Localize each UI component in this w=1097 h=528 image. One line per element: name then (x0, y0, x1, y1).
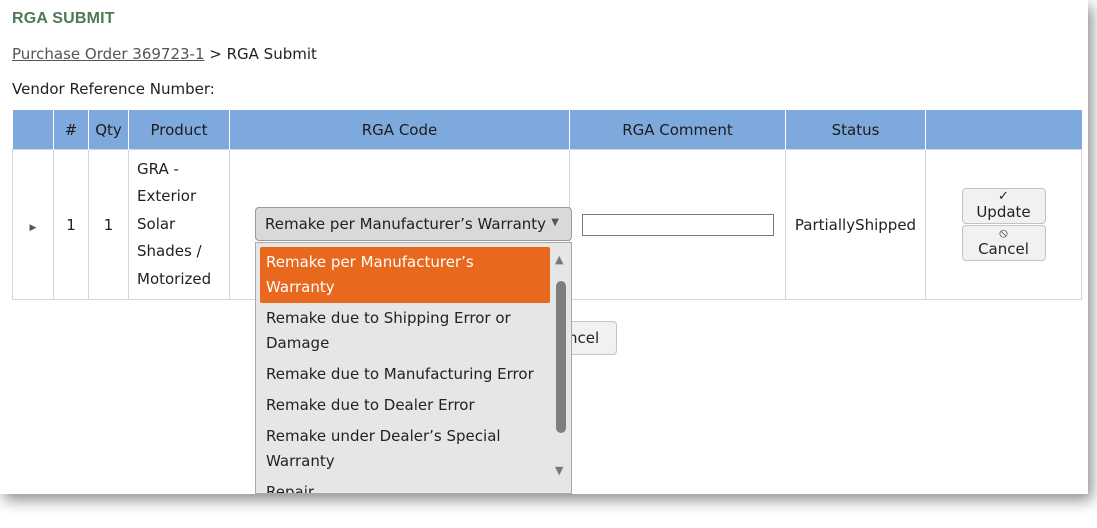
row-status: PartiallyShipped (785, 149, 926, 300)
product-line: Shades / (137, 242, 202, 261)
scroll-down-arrow-icon[interactable]: ▼ (555, 464, 563, 477)
row-rga-comment-cell (569, 149, 786, 300)
table-header-row: # Qty Product RGA Code RGA Comment Statu… (12, 110, 1082, 150)
breadcrumb-current: RGA Submit (226, 45, 317, 63)
scroll-up-arrow-icon[interactable]: ▲ (555, 253, 563, 266)
rga-submit-window: RGA SUBMIT Purchase Order 369723-1 > RGA… (0, 0, 1088, 494)
cancel-row-button-label: Cancel (978, 240, 1029, 258)
rga-code-select-value: Remake per Manufacturer’s Warranty (265, 215, 547, 233)
vendor-reference-label: Vendor Reference Number: (12, 80, 215, 98)
chevron-down-icon: ▼ (551, 217, 559, 228)
row-expander-cell[interactable]: ▶ (12, 149, 54, 300)
header-status: Status (785, 110, 926, 150)
header-rga-comment: RGA Comment (569, 110, 786, 150)
header-expander (12, 110, 54, 150)
header-qty: Qty (88, 110, 129, 150)
dropdown-option[interactable]: Remake per Manufacturer’s Warranty (260, 247, 550, 303)
page-title: RGA SUBMIT (12, 10, 115, 27)
row-number: 1 (53, 149, 89, 300)
dropdown-scrollbar[interactable]: ▲ ▼ (554, 247, 568, 491)
cancel-circle-icon: ⦸ (999, 226, 1008, 241)
expand-caret-icon[interactable]: ▶ (30, 223, 37, 233)
header-rga-code: RGA Code (229, 110, 570, 150)
rga-code-select[interactable]: Remake per Manufacturer’s Warranty ▼ (255, 207, 572, 241)
product-line: Exterior (137, 187, 197, 206)
form-cancel-button-label: ncel (568, 329, 600, 347)
header-product: Product (128, 110, 230, 150)
update-button-label: Update (976, 203, 1031, 221)
rga-comment-input[interactable] (581, 213, 774, 236)
row-qty: 1 (88, 149, 129, 300)
row-product: GRA - Exterior Solar Shades / Motorized (128, 149, 230, 300)
product-line: Motorized (137, 269, 212, 288)
checkmark-icon: ✓ (998, 189, 1009, 204)
rga-code-dropdown-list: Remake per Manufacturer’s Warranty Remak… (255, 242, 572, 494)
dropdown-option[interactable]: Repair (260, 477, 550, 493)
dropdown-option[interactable]: Remake under Dealer’s Special Warranty (260, 421, 550, 477)
cancel-row-button[interactable]: ⦸ Cancel (961, 225, 1046, 261)
header-actions (925, 110, 1082, 150)
dropdown-option[interactable]: Remake due to Shipping Error or Damage (260, 303, 550, 359)
product-line: Solar (137, 214, 176, 233)
breadcrumb: Purchase Order 369723-1 > RGA Submit (12, 45, 317, 63)
product-line: GRA - (137, 159, 179, 178)
row-actions-cell: ✓ Update ⦸ Cancel (925, 149, 1082, 300)
purchase-order-link[interactable]: Purchase Order 369723-1 (12, 45, 205, 63)
dropdown-option[interactable]: Remake due to Dealer Error (260, 390, 550, 421)
dropdown-option[interactable]: Remake due to Manufacturing Error (260, 359, 550, 390)
header-number: # (53, 110, 89, 150)
update-button[interactable]: ✓ Update (961, 188, 1046, 224)
scrollbar-thumb[interactable] (556, 281, 566, 433)
breadcrumb-separator: > (204, 45, 227, 63)
